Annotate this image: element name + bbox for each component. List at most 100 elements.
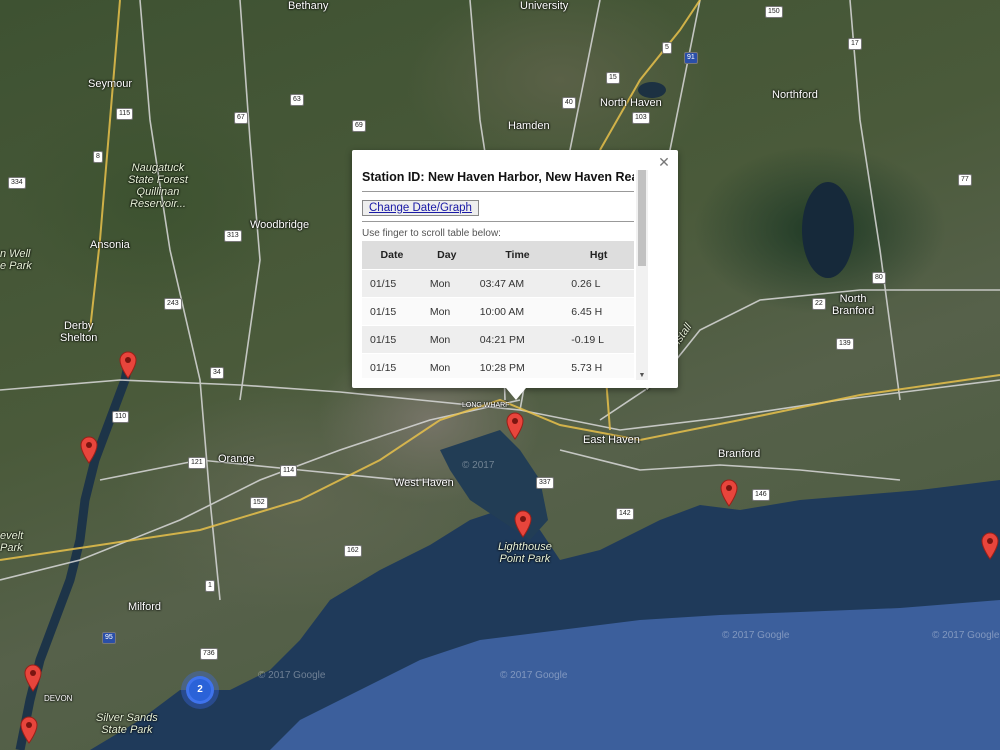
- station-marker-pin[interactable]: [20, 716, 38, 744]
- label-well-park: n Well e Park: [0, 248, 32, 272]
- column-header-height: Hgt: [563, 241, 634, 270]
- map-watermark: © 2017 Google: [258, 670, 326, 681]
- route-shield: 34: [210, 367, 224, 379]
- station-marker-pin[interactable]: [80, 436, 98, 464]
- cell-time: 10:00 AM: [471, 297, 564, 326]
- change-date-graph-button[interactable]: Change Date/Graph: [362, 200, 479, 216]
- label-seymour: Seymour: [88, 78, 133, 90]
- info-window-content[interactable]: Station ID: New Haven Harbor, New Haven …: [362, 160, 634, 378]
- label-northford: Northford: [772, 89, 818, 101]
- route-shield: 162: [344, 545, 362, 557]
- cell-time: 03:47 AM: [471, 269, 564, 298]
- station-info-window: ✕ Station ID: New Haven Harbor, New Have…: [352, 150, 678, 400]
- route-shield: 77: [958, 174, 972, 186]
- cell-date: 01/15: [362, 269, 422, 298]
- label-hamden: Hamden: [508, 120, 550, 132]
- scrollbar-thumb[interactable]: [638, 170, 646, 266]
- map-watermark: © 2017 Google: [932, 630, 1000, 641]
- route-shield: 142: [616, 508, 634, 520]
- label-silver-sands-state-park: Silver Sands State Park: [96, 712, 158, 736]
- map-watermark: © 2017 Google: [500, 670, 568, 681]
- cell-date: 01/15: [362, 325, 422, 354]
- column-header-date: Date: [362, 241, 422, 270]
- map-watermark: © 2017: [462, 460, 495, 471]
- route-shield: 146: [752, 489, 770, 501]
- route-shield: 103: [632, 112, 650, 124]
- route-shield: 121: [188, 457, 206, 469]
- route-shield: 8: [93, 151, 103, 163]
- scroll-hint: Use finger to scroll table below:: [362, 228, 501, 239]
- route-shield: 736: [200, 648, 218, 660]
- label-bethany: Bethany: [288, 0, 329, 12]
- label-north-haven: North Haven: [600, 97, 662, 109]
- route-shield: 337: [536, 477, 554, 489]
- label-west-haven: West Haven: [394, 477, 454, 489]
- route-shield: 80: [872, 272, 886, 284]
- station-marker-pin[interactable]: [981, 532, 999, 560]
- marker-cluster[interactable]: 2: [186, 676, 214, 704]
- label-orange: Orange: [218, 453, 255, 465]
- station-marker-pin[interactable]: [720, 479, 738, 507]
- station-marker-pin[interactable]: [514, 510, 532, 538]
- table-row: 01/15 Mon 10:28 PM 5.73 H: [362, 353, 634, 378]
- scroll-down-arrow-icon[interactable]: ▼: [638, 372, 646, 380]
- cell-height: 6.45 H: [563, 297, 634, 326]
- tide-table[interactable]: Date Day Time Hgt 01/15 Mon 03:47 AM 0.2…: [362, 241, 634, 378]
- route-shield: 69: [352, 120, 366, 132]
- label-milford: Milford: [128, 601, 162, 613]
- route-shield: 150: [765, 6, 783, 18]
- station-marker-pin[interactable]: [24, 664, 42, 692]
- label-naugatuck-state-forest: Naugatuck State Forest Quillinan Reservo…: [128, 162, 188, 210]
- label-university: University: [520, 0, 569, 12]
- route-shield: 139: [836, 338, 854, 350]
- label-branford: Branford: [718, 448, 761, 460]
- cell-time: 10:28 PM: [471, 353, 564, 378]
- label-long-wharf: LONG WHARF: [462, 402, 510, 409]
- label-evelt-park: evelt Park: [0, 530, 24, 554]
- route-shield: 15: [606, 72, 620, 84]
- label-derby-shelton: Derby Shelton: [60, 320, 98, 344]
- route-shield: 334: [8, 177, 26, 189]
- route-shield: 67: [234, 112, 248, 124]
- route-shield: 243: [164, 298, 182, 310]
- route-shield: 114: [280, 465, 298, 477]
- cell-day: Mon: [421, 269, 472, 298]
- route-shield: 40: [562, 97, 576, 109]
- route-shield: 313: [224, 230, 242, 242]
- info-window-tail: [506, 388, 526, 400]
- table-row: 01/15 Mon 03:47 AM 0.26 L: [362, 269, 634, 298]
- cell-day: Mon: [421, 325, 472, 354]
- route-shield: 115: [116, 108, 134, 120]
- close-icon[interactable]: ✕: [656, 154, 672, 170]
- table-row: 01/15 Mon 04:21 PM -0.19 L: [362, 325, 634, 354]
- route-shield: 110: [112, 411, 130, 423]
- label-lighthouse-point-park: Lighthouse Point Park: [498, 541, 552, 565]
- route-shield: 22: [812, 298, 826, 310]
- route-shield: 152: [250, 497, 268, 509]
- label-ansonia: Ansonia: [90, 239, 130, 251]
- map-watermark: © 2017 Google: [722, 630, 790, 641]
- route-shield: 91: [684, 52, 698, 64]
- route-shield: 17: [848, 38, 862, 50]
- label-devon: DEVON: [44, 694, 73, 703]
- route-shield: 63: [290, 94, 304, 106]
- divider: [362, 221, 634, 222]
- station-marker-pin[interactable]: [119, 351, 137, 379]
- route-shield: 5: [662, 42, 672, 54]
- cell-height: -0.19 L: [563, 325, 634, 354]
- info-window-scrollbar[interactable]: ▼: [636, 170, 648, 380]
- cell-time: 04:21 PM: [471, 325, 564, 354]
- cell-date: 01/15: [362, 353, 422, 378]
- cell-day: Mon: [421, 297, 472, 326]
- column-header-day: Day: [421, 241, 472, 270]
- table-row: 01/15 Mon 10:00 AM 6.45 H: [362, 297, 634, 326]
- label-north-branford: North Branford: [832, 293, 875, 317]
- label-east-haven: East Haven: [583, 434, 640, 446]
- station-marker-pin[interactable]: [506, 412, 524, 440]
- column-header-time: Time: [471, 241, 564, 270]
- tide-table-header: Date Day Time Hgt: [362, 241, 634, 270]
- station-title: Station ID: New Haven Harbor, New Haven …: [362, 170, 634, 192]
- cell-date: 01/15: [362, 297, 422, 326]
- label-woodbridge: Woodbridge: [250, 219, 310, 231]
- cell-height: 0.26 L: [563, 269, 634, 298]
